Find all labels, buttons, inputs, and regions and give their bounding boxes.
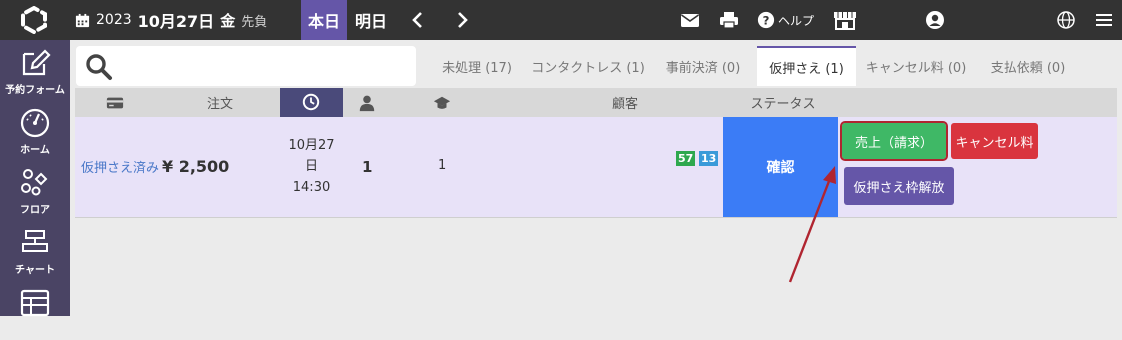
release-hold-button[interactable]: 仮押さえ枠解放 [844,167,954,205]
top-bar: 2023 10月27日 金 先負 本日 明日 ? ヘルプ [0,0,1122,40]
chart-bars-icon [22,230,48,252]
tab-contactless[interactable]: コンタクトレス (1) [530,46,646,86]
reservation-datetime: 10月27 日 14:30 [280,135,343,198]
th-time[interactable] [280,88,343,117]
tab-payment-request[interactable]: 支払依頼 (0) [979,46,1077,86]
tab-provisional-hold[interactable]: 仮押さえ (1) [757,46,856,86]
user-account-icon[interactable] [925,10,945,30]
date-rokuyo: 先負 [241,14,268,30]
help-label: ヘルプ [778,13,815,28]
date-line-1: 10月27 [288,138,335,153]
calendar-icon [75,13,90,27]
date-year: 2023 [96,12,132,28]
sidebar: 予約フォーム ホーム フロア チャート [0,40,70,317]
sidebar-item-label: 予約フォーム [5,85,65,96]
printer-icon[interactable] [719,10,739,30]
th-order[interactable]: 注文 [190,88,250,117]
shapes-icon [21,169,48,196]
clock-icon [302,93,320,111]
sidebar-item-floor[interactable]: フロア [0,160,70,220]
th-status[interactable]: ステータス [743,88,823,117]
tab-prepaid[interactable]: 事前決済 (0) [655,46,751,86]
cancellation-fee-button[interactable]: キャンセル料 [951,123,1038,159]
date-month-day: 10月27日 [137,12,215,31]
th-guests[interactable] [355,88,379,117]
sidebar-item-label: チャート [15,265,55,276]
th-customer[interactable]: 顧客 [585,88,665,117]
credit-card-icon [106,97,124,108]
table-row[interactable]: 仮押さえ済み ¥ 2,500 10月27 日 14:30 1 1 57 13 確… [75,117,1117,218]
tomorrow-button[interactable]: 明日 [348,0,394,40]
reservation-time: 14:30 [292,180,331,195]
help-link[interactable]: ? ヘルプ [757,0,814,40]
mail-icon[interactable] [680,10,700,30]
th-payment[interactable] [95,88,135,117]
date-weekday: 金 [220,11,236,30]
table-header: 注文 顧客 ステータス [75,88,1117,117]
svg-text:?: ? [763,14,770,28]
person-icon [359,95,375,111]
sidebar-item-chart[interactable]: チャート [0,220,70,280]
sidebar-item-table[interactable] [0,280,70,340]
order-price: ¥ 2,500 [162,157,230,176]
guest-count: 1 [362,158,373,176]
annotation-arrow-icon [788,166,836,283]
search-box [76,46,416,86]
tab-cancellation-fee[interactable]: キャンセル料 (0) [863,46,969,86]
app-logo-icon[interactable] [14,6,54,34]
customer-badge-blue: 13 [699,151,719,166]
help-icon: ? [757,11,775,29]
gauge-icon [20,108,50,138]
today-button[interactable]: 本日 [301,0,347,40]
th-seats[interactable] [430,88,454,117]
provisional-status-link[interactable]: 仮押さえ済み [81,157,159,176]
sidebar-item-label: フロア [20,205,50,216]
search-input[interactable] [120,54,408,78]
graduation-cap-icon [433,96,451,109]
chevron-left-icon[interactable] [408,10,428,30]
hamburger-menu-icon[interactable] [1095,10,1113,30]
date-display[interactable]: 2023 10月27日 金 先負 [75,0,267,40]
customer-badge-green: 57 [676,151,696,166]
store-icon[interactable] [833,10,857,30]
sidebar-item-reservation-form[interactable]: 予約フォーム [0,40,70,100]
seat-count: 1 [438,158,447,173]
pencil-square-icon [22,49,51,76]
sales-charge-button[interactable]: 売上（請求） [840,121,948,161]
table-grid-icon [20,289,50,317]
search-icon[interactable] [84,52,114,82]
sidebar-item-label: ホーム [20,145,50,156]
tab-unprocessed[interactable]: 未処理 (17) [430,46,524,86]
globe-icon[interactable] [1056,10,1076,30]
sidebar-item-home[interactable]: ホーム [0,100,70,160]
chevron-right-icon[interactable] [452,10,472,30]
date-line-2: 日 [304,159,318,174]
